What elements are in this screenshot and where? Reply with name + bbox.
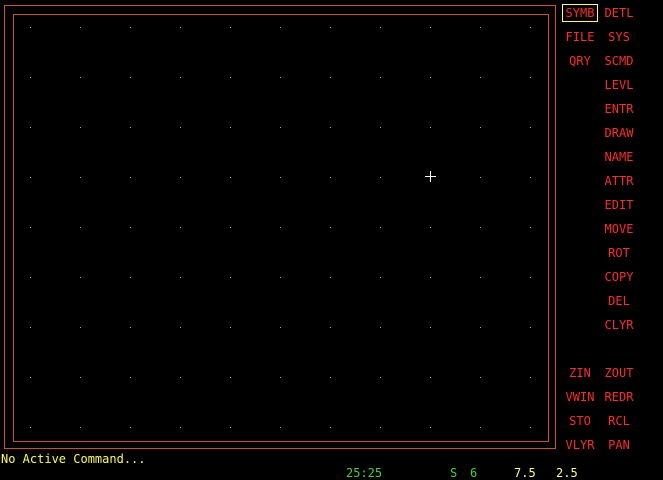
menu-draw[interactable]: DRAW [601, 124, 637, 142]
menu-pan[interactable]: PAN [601, 436, 637, 454]
menu-entr[interactable]: ENTR [601, 100, 637, 118]
menu-edit[interactable]: EDIT [601, 196, 637, 214]
menu-zin[interactable]: ZIN [562, 364, 598, 382]
menu-move[interactable]: MOVE [601, 220, 637, 238]
menu-vwin[interactable]: VWIN [562, 388, 598, 406]
snap-indicator: S [450, 466, 458, 480]
grid-x-readout: 7.5 [514, 466, 536, 480]
menu-sys[interactable]: SYS [601, 28, 637, 46]
coordinate-readout: 25:25 [346, 466, 383, 480]
menu-rcl[interactable]: RCL [601, 412, 637, 430]
menu-clyr[interactable]: CLYR [601, 316, 637, 334]
menu-symb[interactable]: SYMB [562, 4, 598, 22]
menu-file[interactable]: FILE [562, 28, 598, 46]
menu-scmd[interactable]: SCMD [601, 52, 637, 70]
menu-sto[interactable]: STO [562, 412, 598, 430]
drawing-canvas[interactable] [13, 14, 549, 442]
menu-redr[interactable]: REDR [601, 388, 637, 406]
menu-qry[interactable]: QRY [562, 52, 598, 70]
snap-value: 6 [470, 466, 478, 480]
command-status: No Active Command... [1, 452, 146, 466]
menu-vlyr[interactable]: VLYR [562, 436, 598, 454]
menu-zout[interactable]: ZOUT [601, 364, 637, 382]
menu-rot[interactable]: ROT [601, 244, 637, 262]
menu-del[interactable]: DEL [601, 292, 637, 310]
drawing-canvas-frame [4, 5, 556, 449]
menu-levl[interactable]: LEVL [601, 76, 637, 94]
crosshair-cursor-icon [425, 171, 436, 182]
menu-detl[interactable]: DETL [601, 4, 637, 22]
menu-attr[interactable]: ATTR [601, 172, 637, 190]
menu-copy[interactable]: COPY [601, 268, 637, 286]
menu-name[interactable]: NAME [601, 148, 637, 166]
grid-y-readout: 2.5 [556, 466, 578, 480]
